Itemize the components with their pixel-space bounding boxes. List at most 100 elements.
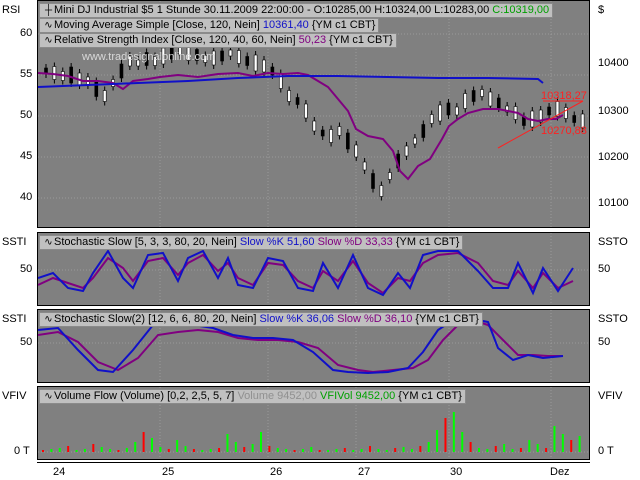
vf-right-label: VFIV: [598, 390, 623, 402]
candle-body: [446, 102, 451, 116]
volume-bar: [369, 446, 371, 452]
candle-body: [387, 172, 392, 180]
volume-bar: [511, 449, 514, 452]
volume-bar: [570, 440, 573, 452]
volume-bar: [226, 434, 229, 452]
volume-bar: [327, 450, 330, 452]
candle-body: [471, 90, 476, 102]
ss1-left-label: SSTI: [2, 236, 27, 248]
right-tick-10200: 10200: [598, 151, 629, 163]
ss2-legend[interactable]: ∿Stochastic Slow(2) [12, 6, 6, 80, 20, N…: [39, 312, 483, 327]
right-tick-10300: 10300: [598, 105, 629, 117]
volume-bar: [125, 448, 128, 452]
volume-bar: [234, 442, 237, 452]
candle-body: [52, 66, 57, 80]
volume-bar: [318, 450, 321, 452]
volume-bar: [461, 432, 464, 452]
volume-bar: [553, 426, 556, 452]
volume-bar: [201, 450, 204, 452]
volume-bar: [209, 449, 212, 452]
volume-bar: [276, 448, 279, 452]
candle-body: [304, 103, 308, 119]
volume-bar: [268, 446, 271, 452]
candle-body: [320, 129, 325, 137]
volume-bar: [486, 449, 489, 452]
annotation-high: 10318,27: [541, 90, 587, 102]
ss2-right-label: SSTO: [598, 313, 628, 325]
candlestick-series: [44, 41, 585, 201]
left-tick-45: 45: [20, 150, 33, 162]
stochastic-slow2-pane[interactable]: ∿Stochastic Slow(2) [12, 6, 6, 80, 20, N…: [37, 309, 590, 383]
volume-bar: [134, 442, 137, 452]
volume-bar: [360, 449, 363, 452]
volume-bar: [100, 447, 103, 452]
volume-bar: [519, 448, 522, 452]
volume-bar: [402, 447, 405, 452]
stochastic-slow-pane[interactable]: ∿Stochastic Slow [5, 3, 3, 80, 20, Nein]…: [37, 232, 590, 306]
right-tick-10100: 10100: [598, 197, 629, 209]
candle-body: [220, 50, 224, 62]
candle-body: [404, 145, 409, 157]
right-tick-10400: 10400: [598, 57, 629, 69]
vf-left-tick: 0 T: [14, 445, 30, 457]
volume-bar: [184, 446, 187, 452]
volume-bar: [243, 447, 246, 452]
candle-body: [119, 63, 124, 79]
candle-body: [346, 132, 350, 150]
candle-body: [287, 90, 291, 102]
volume-flow-pane[interactable]: ∿Volume Flow (Volume) [0,2, 2,5, 5, 7] V…: [37, 386, 590, 460]
volume-bar: [578, 436, 581, 452]
volume-bar: [301, 449, 304, 452]
candle-body: [245, 56, 250, 66]
candle-body: [354, 144, 359, 158]
price-rsi-pane[interactable]: ┼ Mini DJ Industrial $5 1 Stunde 30.11.20…: [37, 0, 590, 228]
volume-bar: [92, 444, 95, 452]
volume-bar: [167, 449, 170, 452]
candle-body: [337, 126, 342, 136]
wave-icon: ∿: [44, 391, 53, 402]
candle-body: [480, 89, 484, 97]
candle-body: [438, 104, 442, 122]
volume-bar: [419, 446, 422, 452]
volume-bar: [478, 448, 480, 452]
candle-body: [102, 90, 107, 102]
volume-bar: [75, 450, 78, 452]
ss1-k-line: [38, 249, 574, 297]
wave-icon: ∿: [44, 237, 53, 248]
left-tick-40: 40: [20, 191, 33, 203]
volume-bar: [58, 448, 61, 452]
volume-bar: [503, 444, 506, 452]
candle-body: [69, 66, 73, 84]
vf-legend[interactable]: ∿Volume Flow (Volume) [0,2, 2,5, 5, 7] V…: [39, 389, 466, 404]
left-tick-50: 50: [20, 109, 33, 121]
volume-bar: [410, 449, 413, 452]
candle-body: [253, 54, 258, 72]
candle-body: [572, 115, 577, 123]
ss2-right-tick: 50: [598, 336, 611, 348]
x-axis-line: [37, 462, 590, 463]
title-legend[interactable]: ┼ Mini DJ Industrial $5 1 Stunde 30.11.20…: [39, 3, 554, 18]
volume-bar: [159, 447, 162, 452]
ss1-right-tick: 50: [598, 263, 611, 275]
volume-bar: [67, 446, 70, 452]
volume-bar: [142, 432, 145, 452]
candle-body: [262, 59, 266, 73]
volume-bar: [310, 447, 313, 452]
candle-body: [463, 93, 468, 109]
ss2-d-line: [38, 318, 563, 374]
candle-body: [455, 106, 459, 116]
x-label-24: 24: [53, 466, 66, 478]
rsi-legend[interactable]: ∿Relative Strength Index [Close, 120, 40…: [39, 33, 397, 48]
ss1-right-label: SSTO: [598, 236, 628, 248]
x-label-27: 27: [358, 466, 371, 478]
volume-bar: [285, 449, 288, 452]
volume-bar: [218, 448, 221, 452]
ss2-left-tick: 50: [20, 336, 33, 348]
candle-body: [488, 91, 493, 107]
volume-bar: [469, 442, 472, 452]
volume-bar: [561, 434, 564, 452]
ss1-legend[interactable]: ∿Stochastic Slow [5, 3, 3, 80, 20, Nein]…: [39, 235, 464, 250]
ma-legend[interactable]: ∿Moving Average Simple [Close, 120, Nein…: [39, 18, 380, 33]
candle-body: [429, 114, 434, 124]
volume-bar: [452, 412, 455, 452]
